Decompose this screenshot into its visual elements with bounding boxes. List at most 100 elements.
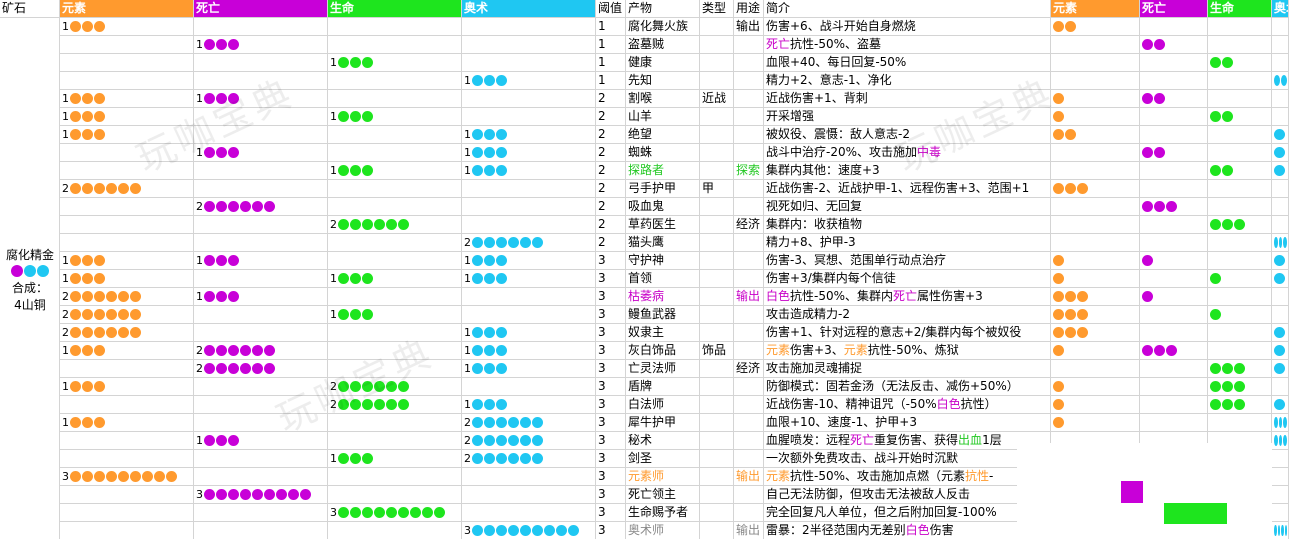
- essence-cell-a[interactable]: 1: [462, 324, 596, 342]
- essence-cell-d[interactable]: [194, 54, 328, 72]
- use-cell[interactable]: 输出: [734, 18, 764, 36]
- essence-cell-e[interactable]: [60, 72, 194, 90]
- essence-cell-e[interactable]: [60, 144, 194, 162]
- use-cell[interactable]: 经济: [734, 360, 764, 378]
- type-cell[interactable]: 饰品: [700, 342, 734, 360]
- threshold-cell[interactable]: 3: [596, 504, 626, 522]
- essence-cell-ra[interactable]: [1272, 414, 1289, 432]
- essence-cell-d[interactable]: 2: [194, 360, 328, 378]
- essence-cell-a[interactable]: 1: [462, 360, 596, 378]
- essence-cell-ra[interactable]: [1272, 360, 1289, 378]
- essence-cell-e[interactable]: 2: [60, 306, 194, 324]
- description-cell[interactable]: 元素抗性-50%、攻击施加点燃（元素抗性-: [764, 468, 1051, 486]
- threshold-cell[interactable]: 2: [596, 162, 626, 180]
- threshold-cell[interactable]: 1: [596, 72, 626, 90]
- essence-cell-rl[interactable]: [1208, 90, 1272, 108]
- threshold-cell[interactable]: 3: [596, 450, 626, 468]
- product-cell[interactable]: 首领: [626, 270, 700, 288]
- essence-cell-d[interactable]: [194, 468, 328, 486]
- type-cell[interactable]: [700, 432, 734, 450]
- ore-cell[interactable]: 腐化精金 合成： 4山铜: [0, 18, 60, 539]
- description-cell[interactable]: 战斗中治疗-20%、攻击施加中毒: [764, 144, 1051, 162]
- essence-cell-re[interactable]: [1051, 342, 1140, 360]
- product-cell[interactable]: 秘术: [626, 432, 700, 450]
- threshold-cell[interactable]: 3: [596, 288, 626, 306]
- essence-cell-re[interactable]: [1051, 18, 1140, 36]
- essence-cell-a[interactable]: 1: [462, 252, 596, 270]
- essence-cell-ra[interactable]: [1272, 270, 1289, 288]
- essence-cell-e[interactable]: [60, 396, 194, 414]
- essence-cell-re[interactable]: [1051, 360, 1140, 378]
- essence-cell-ra[interactable]: [1272, 216, 1289, 234]
- use-cell[interactable]: [734, 396, 764, 414]
- product-cell[interactable]: 盾牌: [626, 378, 700, 396]
- type-cell[interactable]: [700, 198, 734, 216]
- essence-cell-a[interactable]: 1: [462, 162, 596, 180]
- essence-cell-rd[interactable]: [1140, 198, 1208, 216]
- header-r_shengming[interactable]: 生命: [1208, 0, 1272, 18]
- essence-cell-e[interactable]: [60, 504, 194, 522]
- essence-cell-d[interactable]: [194, 180, 328, 198]
- type-cell[interactable]: [700, 486, 734, 504]
- use-cell[interactable]: [734, 324, 764, 342]
- product-cell[interactable]: 守护神: [626, 252, 700, 270]
- essence-cell-d[interactable]: [194, 504, 328, 522]
- essence-cell-rd[interactable]: [1140, 396, 1208, 414]
- description-cell[interactable]: 攻击造成精力-2: [764, 306, 1051, 324]
- description-cell[interactable]: 自己无法防御，但攻击无法被敌人反击: [764, 486, 1051, 504]
- product-cell[interactable]: 枯萎病: [626, 288, 700, 306]
- essence-cell-rd[interactable]: [1140, 90, 1208, 108]
- type-cell[interactable]: [700, 72, 734, 90]
- threshold-cell[interactable]: 3: [596, 522, 626, 539]
- essence-cell-e[interactable]: [60, 54, 194, 72]
- essence-cell-l[interactable]: 1: [328, 270, 462, 288]
- essence-cell-re[interactable]: [1051, 180, 1140, 198]
- use-cell[interactable]: [734, 450, 764, 468]
- use-cell[interactable]: 输出: [734, 288, 764, 306]
- use-cell[interactable]: [734, 270, 764, 288]
- product-cell[interactable]: 亡灵法师: [626, 360, 700, 378]
- description-cell[interactable]: 血限+10、速度-1、护甲+3: [764, 414, 1051, 432]
- use-cell[interactable]: [734, 126, 764, 144]
- threshold-cell[interactable]: 3: [596, 252, 626, 270]
- essence-cell-ra[interactable]: [1272, 162, 1289, 180]
- description-cell[interactable]: 近战伤害-2、近战护甲-1、远程伤害+3、范围+1: [764, 180, 1051, 198]
- header-r_siwang[interactable]: 死亡: [1140, 0, 1208, 18]
- header-yuansu[interactable]: 元素: [60, 0, 194, 18]
- threshold-cell[interactable]: 3: [596, 396, 626, 414]
- threshold-cell[interactable]: 2: [596, 126, 626, 144]
- use-cell[interactable]: 输出: [734, 468, 764, 486]
- essence-cell-re[interactable]: [1051, 396, 1140, 414]
- essence-cell-re[interactable]: [1051, 162, 1140, 180]
- use-cell[interactable]: [734, 504, 764, 522]
- product-cell[interactable]: 蜘蛛: [626, 144, 700, 162]
- essence-cell-d[interactable]: [194, 396, 328, 414]
- threshold-cell[interactable]: 3: [596, 432, 626, 450]
- use-cell[interactable]: [734, 54, 764, 72]
- threshold-cell[interactable]: 3: [596, 414, 626, 432]
- essence-cell-e[interactable]: [60, 432, 194, 450]
- use-cell[interactable]: [734, 432, 764, 450]
- use-cell[interactable]: [734, 108, 764, 126]
- essence-cell-e[interactable]: 1: [60, 378, 194, 396]
- essence-cell-e[interactable]: 2: [60, 180, 194, 198]
- use-cell[interactable]: [734, 234, 764, 252]
- product-cell[interactable]: 犀牛护甲: [626, 414, 700, 432]
- essence-cell-rl[interactable]: [1208, 288, 1272, 306]
- essence-cell-ra[interactable]: [1272, 504, 1289, 522]
- essence-cell-d[interactable]: 1: [194, 144, 328, 162]
- essence-cell-ra[interactable]: [1272, 108, 1289, 126]
- essence-cell-re[interactable]: [1051, 54, 1140, 72]
- essence-cell-l[interactable]: [328, 144, 462, 162]
- essence-cell-l[interactable]: [328, 18, 462, 36]
- essence-cell-rd[interactable]: [1140, 108, 1208, 126]
- essence-cell-rd[interactable]: [1140, 36, 1208, 54]
- use-cell[interactable]: [734, 36, 764, 54]
- essence-cell-d[interactable]: [194, 72, 328, 90]
- essence-cell-re[interactable]: [1051, 216, 1140, 234]
- description-cell[interactable]: 精力+2、意志-1、净化: [764, 72, 1051, 90]
- type-cell[interactable]: [700, 144, 734, 162]
- essence-cell-ra[interactable]: [1272, 126, 1289, 144]
- essence-cell-ra[interactable]: [1272, 90, 1289, 108]
- essence-cell-l[interactable]: [328, 468, 462, 486]
